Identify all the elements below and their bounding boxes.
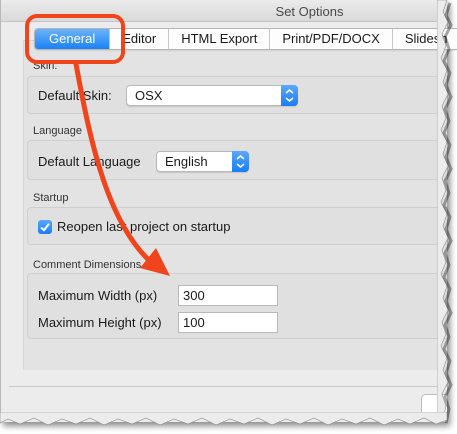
tab-html-export[interactable]: HTML Export [169, 29, 271, 49]
startup-group-label: Startup [33, 192, 69, 204]
language-group-label: Language [33, 125, 82, 137]
skin-group: Default Skin: OSX [27, 76, 447, 114]
skin-select-stepper-icon [281, 85, 298, 106]
default-skin-label: Default Skin: [38, 88, 112, 103]
language-select-value: English [165, 154, 208, 169]
comment-dimensions-group: Maximum Width (px) 300 Maximum Height (p… [27, 273, 447, 339]
default-language-label: Default Language [38, 154, 141, 169]
checkmark-icon [40, 223, 50, 232]
skin-select[interactable]: OSX [126, 85, 298, 106]
language-select-stepper-icon [232, 151, 249, 172]
language-select[interactable]: English [156, 151, 249, 172]
torn-edge-right [437, 0, 453, 424]
startup-group: Reopen last project on startup [27, 207, 447, 245]
max-height-label: Maximum Height (px) [38, 315, 162, 330]
comment-dimensions-group-label: Comment Dimensions [33, 259, 142, 271]
reopen-project-checkbox[interactable] [38, 220, 52, 234]
annotation-highlight-box [25, 14, 125, 64]
tab-print-pdf-docx[interactable]: Print/PDF/DOCX [270, 29, 393, 49]
footer-separator [9, 386, 447, 387]
max-width-field[interactable]: 300 [178, 285, 278, 306]
max-width-label: Maximum Width (px) [38, 288, 158, 303]
skin-select-value: OSX [135, 88, 163, 103]
language-group: Default Language English [27, 140, 447, 180]
reopen-project-label[interactable]: Reopen last project on startup [57, 219, 230, 234]
max-height-field[interactable]: 100 [178, 312, 278, 333]
torn-edge-bottom [0, 412, 448, 426]
